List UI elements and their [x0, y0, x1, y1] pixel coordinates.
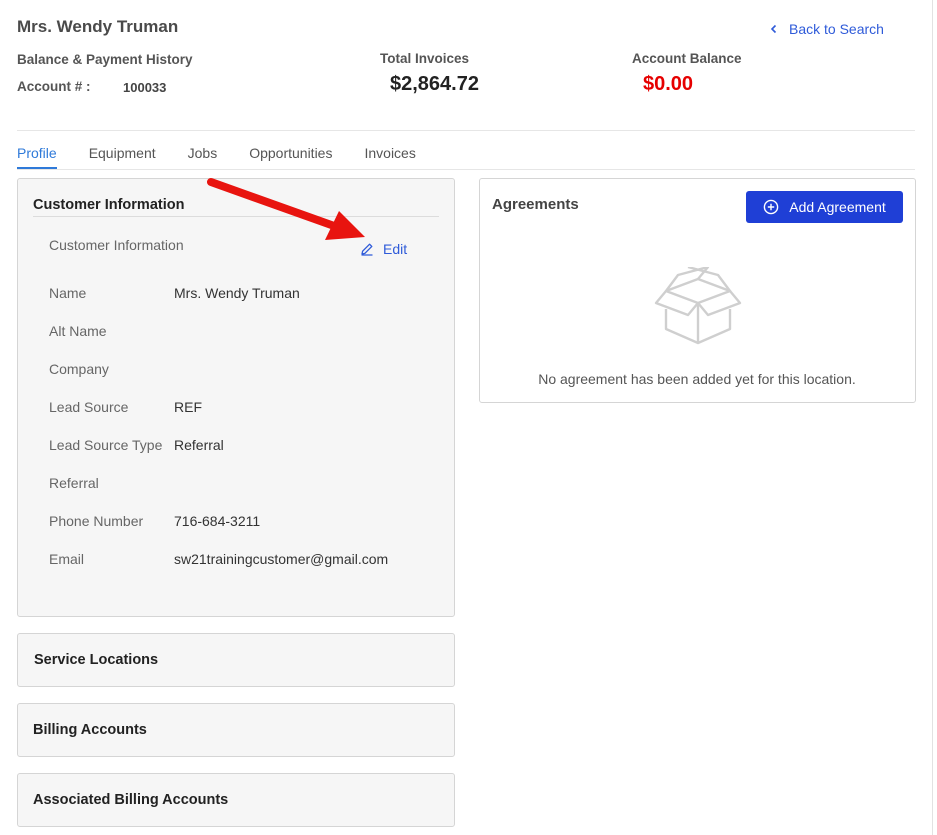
header-divider [17, 130, 915, 131]
field-label-company: Company [49, 361, 109, 377]
field-label-phone-number: Phone Number [49, 513, 144, 529]
field-label-name: Name [49, 285, 87, 301]
tab-equipment[interactable]: Equipment [89, 145, 156, 169]
tab-opportunities[interactable]: Opportunities [249, 145, 332, 169]
page-right-border [932, 0, 933, 835]
service-locations-card[interactable]: Service Locations [17, 633, 455, 687]
back-to-search-link[interactable]: Back to Search [769, 21, 884, 37]
field-label-alt-name: Alt Name [49, 323, 107, 339]
total-invoices-value: $2,864.72 [390, 73, 479, 95]
plus-circle-icon [763, 199, 779, 215]
field-label-lead-source-type: Lead Source Type [49, 437, 163, 453]
add-agreement-label: Add Agreement [789, 199, 886, 215]
field-value-phone-number: 716-684-3211 [174, 513, 261, 529]
billing-accounts-title: Billing Accounts [33, 722, 147, 738]
tab-invoices[interactable]: Invoices [364, 145, 415, 169]
associated-billing-accounts-title: Associated Billing Accounts [33, 792, 229, 808]
chevron-left-icon [770, 24, 777, 34]
edit-label: Edit [383, 241, 408, 257]
field-label-email: Email [49, 551, 85, 567]
field-label-lead-source: Lead Source [49, 399, 129, 415]
agreements-card: Agreements Add Agreement No agreement ha… [479, 178, 916, 403]
tabs-divider [17, 169, 915, 170]
profile-tabs: Profile Equipment Jobs Opportunities Inv… [17, 145, 448, 169]
service-locations-title: Service Locations [34, 652, 159, 668]
account-number-label: Account # : [17, 79, 91, 94]
field-value-lead-source: REF [174, 399, 202, 415]
add-agreement-button[interactable]: Add Agreement [746, 191, 903, 223]
account-balance-value: $0.00 [643, 73, 694, 95]
balance-history-label: Balance & Payment History [17, 52, 193, 67]
customer-name: Mrs. Wendy Truman [17, 17, 179, 36]
associated-billing-accounts-card[interactable]: Associated Billing Accounts [17, 773, 455, 827]
customer-information-subtitle: Customer Information [49, 237, 184, 253]
field-value-name: Mrs. Wendy Truman [174, 285, 300, 301]
account-balance-label: Account Balance [632, 51, 742, 66]
field-label-referral: Referral [49, 475, 99, 491]
annotation-arrow-icon [207, 178, 365, 240]
agreements-title: Agreements [492, 196, 579, 213]
customer-information-title: Customer Information [33, 197, 185, 213]
field-value-email: sw21trainingcustomer@gmail.com [174, 551, 389, 567]
account-number-value: 100033 [123, 80, 167, 95]
empty-box-icon [654, 267, 742, 345]
billing-accounts-card[interactable]: Billing Accounts [17, 703, 455, 757]
no-agreement-message: No agreement has been added yet for this… [538, 371, 856, 387]
back-to-search-label: Back to Search [789, 21, 884, 37]
tab-jobs[interactable]: Jobs [188, 145, 218, 169]
field-value-lead-source-type: Referral [174, 437, 224, 453]
tab-profile[interactable]: Profile [17, 145, 57, 169]
total-invoices-label: Total Invoices [380, 51, 470, 66]
